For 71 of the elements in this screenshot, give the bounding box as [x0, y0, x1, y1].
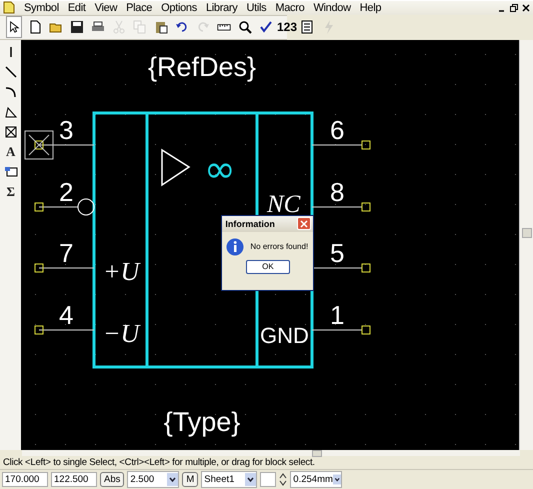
- paste-icon: [154, 20, 168, 34]
- gnd-label: GND: [260, 322, 310, 348]
- line-icon: [4, 65, 18, 80]
- menu-item[interactable]: View: [94, 2, 118, 14]
- line-width-dropdown[interactable]: 0.254mm: [290, 471, 342, 488]
- pin-tool-icon: [10, 47, 12, 58]
- pin-number: 6: [330, 114, 345, 145]
- status-text: Click <Left> to single Select, <Ctrl><Left> for multiple, or drag for block select.: [2, 456, 316, 469]
- supply-positive-label: +U: [103, 256, 140, 286]
- pointer-icon: [8, 20, 20, 34]
- pages-icon: [301, 20, 315, 34]
- pin-number: 2: [59, 176, 74, 207]
- text-tool-button[interactable]: Σ: [2, 184, 19, 200]
- ok-button[interactable]: OK: [246, 260, 290, 274]
- x-coordinate-field[interactable]: 170.000: [2, 472, 48, 487]
- menu-item[interactable]: Place: [126, 2, 152, 14]
- sheet-dropdown[interactable]: Sheet1: [201, 471, 258, 488]
- image-tool-icon: [4, 165, 18, 180]
- pin-number: 5: [330, 238, 345, 268]
- pin-number: 7: [59, 238, 74, 268]
- info-icon: [226, 238, 244, 256]
- close-button[interactable]: [297, 217, 312, 230]
- grid-dropdown[interactable]: 2.500: [127, 471, 180, 488]
- polygon-icon: [4, 105, 18, 120]
- tool-button[interactable]: [2, 64, 19, 80]
- menu-item[interactable]: Options: [161, 2, 197, 14]
- supply-negative-label: −U: [103, 318, 140, 348]
- nc-label: NC: [267, 190, 301, 218]
- spinner-icon[interactable]: [279, 472, 288, 487]
- menu-item[interactable]: Symbol: [24, 2, 59, 14]
- pin-number: 8: [330, 176, 345, 207]
- menu-item[interactable]: Macro: [275, 2, 304, 14]
- menu-item[interactable]: Edit: [68, 2, 86, 14]
- new-file-icon: [28, 20, 42, 34]
- y-coordinate-field[interactable]: 122.500: [51, 472, 97, 487]
- dialog-message: No errors found!: [250, 242, 308, 252]
- menu-item[interactable]: Window: [313, 2, 351, 14]
- abs-button[interactable]: Abs: [100, 472, 124, 487]
- crossed-box-icon: [4, 125, 18, 140]
- color-swatch[interactable]: [260, 472, 276, 487]
- refdes-label: {RefDes}: [148, 52, 256, 82]
- amplifier-triangle: [162, 148, 191, 186]
- redo-icon: [196, 20, 210, 34]
- close-icon: [300, 220, 308, 228]
- vertical-scrollbar[interactable]: [519, 40, 533, 450]
- check-icon: [259, 20, 273, 34]
- tool-button[interactable]: [2, 104, 19, 120]
- text-tool-button[interactable]: A: [2, 144, 19, 160]
- m-button[interactable]: M: [182, 472, 198, 487]
- scissors-icon: [112, 20, 126, 34]
- copy-icon: [133, 20, 147, 34]
- save-icon: [70, 20, 84, 34]
- arc-icon: [4, 85, 18, 100]
- tool-button[interactable]: [2, 124, 19, 140]
- infinity-symbol: ∞: [204, 146, 236, 191]
- count-button[interactable]: 123: [279, 16, 295, 38]
- menu-item[interactable]: Utils: [246, 2, 266, 14]
- restore-icon[interactable]: [510, 4, 518, 12]
- pin-number: 3: [59, 114, 74, 145]
- menu-item[interactable]: Help: [360, 2, 382, 14]
- type-label: {Type}: [164, 406, 241, 437]
- menu-item[interactable]: Library: [206, 2, 238, 14]
- lightning-icon: [322, 20, 336, 34]
- pin-number: 4: [59, 300, 74, 330]
- zoom-icon: [238, 20, 252, 34]
- close-icon[interactable]: [522, 4, 530, 12]
- dialog-title: Information: [225, 218, 275, 229]
- app-icon: [3, 1, 15, 14]
- pin-number: 1: [330, 300, 345, 330]
- toolbar-button[interactable]: [6, 16, 22, 38]
- undo-icon: [175, 20, 189, 34]
